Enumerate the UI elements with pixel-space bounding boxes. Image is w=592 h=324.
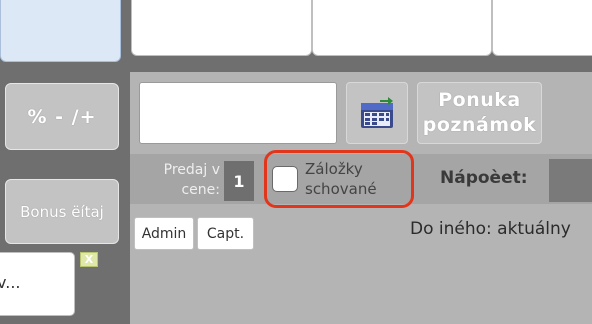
notes-menu-line1: Ponuka (438, 89, 521, 111)
calendar-button[interactable] (346, 82, 408, 144)
status-text: Do iného: aktuálny (410, 219, 571, 239)
calendar-icon (361, 97, 393, 128)
notes-menu-button[interactable]: Ponuka poznámok (417, 82, 542, 144)
note-text: v... (0, 273, 21, 292)
top-cell-2[interactable] (312, 0, 492, 56)
top-left-panel[interactable] (0, 0, 121, 62)
price-value[interactable]: 1 (224, 161, 254, 201)
highlight-annotation (264, 150, 414, 208)
close-badge[interactable]: X (80, 252, 98, 267)
top-cell-1[interactable] (131, 0, 312, 56)
text-input[interactable] (139, 82, 337, 144)
bonus-read-button[interactable]: Bonus ëítaj (5, 179, 119, 244)
price-label-line2: cene: (181, 182, 220, 198)
percent-button[interactable]: % - /+ (5, 83, 119, 150)
total-label: Nápoèet: (440, 168, 528, 188)
note-box[interactable]: v... (0, 252, 75, 316)
total-value-box (549, 159, 592, 202)
price-label-line1: Predaj v (163, 162, 220, 178)
admin-button[interactable]: Admin (134, 217, 194, 250)
top-cell-3[interactable] (492, 0, 592, 56)
notes-menu-line2: poznámok (422, 114, 537, 136)
capt-button[interactable]: Capt. (197, 217, 254, 250)
price-label: Predaj v cene: (142, 160, 220, 202)
